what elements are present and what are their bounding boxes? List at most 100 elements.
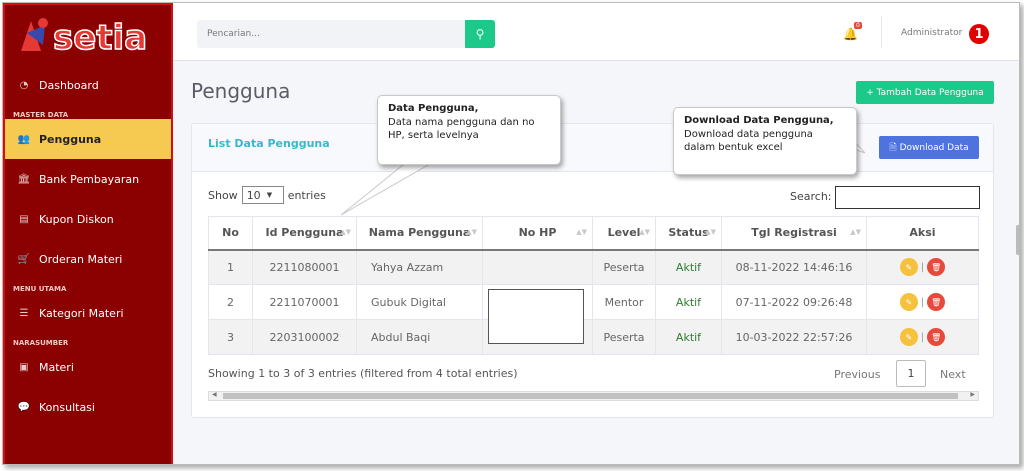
cell-id: 2211080001	[252, 249, 357, 285]
cell-status: Aktif	[655, 249, 722, 285]
chat-icon: 💬	[17, 401, 31, 413]
trash-icon[interactable]: 🗑	[927, 293, 946, 311]
scrollbar-thumb[interactable]	[223, 393, 958, 399]
download-data-button[interactable]: 🗎 Download Data	[879, 136, 979, 159]
logo[interactable]: setia	[5, 5, 171, 65]
horizontal-scrollbar[interactable]: ◀ ▶	[208, 391, 979, 401]
sidebar-item-pengguna[interactable]: 👥 Pengguna	[5, 119, 171, 159]
callout-title: Download Data Pengguna,	[684, 115, 834, 126]
sidebar-item-label: Materi	[39, 360, 74, 374]
sort-icon: ▲▼	[705, 228, 716, 236]
trash-icon[interactable]: 🗑	[927, 328, 946, 346]
cell-aksi: ✎ | 🗑	[866, 319, 979, 355]
sidebar-item-bank-pembayaran[interactable]: 🏛 Bank Pembayaran	[5, 159, 171, 199]
sort-icon: ▲▼	[466, 228, 477, 236]
add-user-button[interactable]: + Tambah Data Pengguna	[856, 81, 994, 104]
callout-body: Data nama pengguna dan no HP, serta leve…	[388, 116, 535, 142]
cell-no: 1	[208, 249, 253, 285]
search-button[interactable]: ⚲	[465, 20, 495, 48]
dashboard-icon: ◔	[19, 79, 29, 91]
table-info: Showing 1 to 3 of 3 entries (filtered fr…	[208, 367, 518, 380]
bell-icon[interactable]: 🔔	[843, 27, 858, 41]
download-label: Download Data	[899, 142, 969, 153]
cell-level: Mentor	[592, 284, 656, 320]
section-menu-utama: MENU UTAMA	[13, 285, 67, 293]
column-header-id[interactable]: Id Pengguna ▲▼	[252, 216, 357, 251]
card-header: List Data Pengguna 🗎 Download Data	[192, 124, 993, 172]
scroll-right-icon[interactable]: ▶	[970, 391, 975, 398]
topbar-divider	[881, 16, 882, 48]
cell-hp	[482, 249, 593, 285]
sidebar-item-kupon-diskon[interactable]: ▤ Kupon Diskon	[5, 199, 171, 239]
sidebar-item-label: Konsultasi	[39, 400, 95, 414]
action-separator: |	[920, 261, 925, 273]
next-page-link[interactable]: Next	[940, 368, 966, 381]
edit-icon[interactable]: ✎	[899, 258, 918, 277]
sidebar-item-label: Kupon Diskon	[39, 212, 114, 226]
callout-title: Data Pengguna,	[388, 103, 479, 114]
column-header-status[interactable]: Status ▲▼	[655, 216, 722, 251]
table-search-input[interactable]	[835, 186, 980, 209]
search-icon: ⚲	[475, 27, 485, 41]
column-header-tgl[interactable]: Tgl Registrasi ▲▼	[721, 216, 867, 251]
cell-status: Aktif	[655, 284, 722, 320]
book-icon: ▣	[19, 361, 29, 373]
entries-value: 10	[246, 188, 261, 202]
scroll-left-icon[interactable]: ◀	[212, 391, 217, 398]
edit-icon[interactable]: ✎	[899, 328, 918, 346]
svg-text:setia: setia	[53, 18, 147, 58]
action-separator: |	[920, 296, 925, 308]
column-header-no[interactable]: No	[208, 216, 253, 251]
card-title: List Data Pengguna	[208, 137, 330, 150]
chevron-down-icon: ▼	[266, 191, 273, 199]
section-narasumber: NARASUMBER	[13, 339, 69, 347]
scrollbar-thumb[interactable]	[1016, 225, 1019, 255]
user-name[interactable]: Administrator	[901, 28, 962, 38]
sidebar-item-orderan-materi[interactable]: 🛒 Orderan Materi	[5, 239, 171, 279]
table-row: 3 2203100002 Abdul Baqi Peserta Aktif 10…	[208, 319, 979, 355]
sidebar-item-label: Bank Pembayaran	[39, 172, 140, 186]
sort-icon: ▲▼	[850, 228, 861, 236]
sidebar-item-dashboard[interactable]: ◔ Dashboard	[5, 65, 171, 105]
file-icon: ▤	[19, 213, 29, 225]
cell-id: 2203100002	[252, 319, 357, 355]
entries-select[interactable]: 10 ▼	[241, 186, 284, 204]
cell-nama: Yahya Azzam	[356, 249, 483, 285]
sidebar-item-label: Pengguna	[39, 132, 102, 146]
entries-label: entries	[287, 188, 326, 202]
sort-icon: ▲▼	[639, 228, 650, 236]
table-row: 1 2211080001 Yahya Azzam Peserta Aktif 0…	[208, 249, 979, 285]
sidebar-item-materi[interactable]: ▣ Materi	[5, 347, 171, 387]
column-header-level[interactable]: Level ▲▼	[592, 216, 656, 251]
sidebar-item-label: Kategori Materi	[39, 306, 124, 320]
search-input[interactable]: Pencarian...	[197, 20, 465, 48]
cell-tgl: 10-03-2022 22:57:26	[721, 319, 867, 355]
edit-icon[interactable]: ✎	[899, 293, 918, 311]
cell-nama: Gubuk Digital	[356, 284, 483, 320]
users-table: No Id Pengguna ▲▼ Nama Pengguna ▲▼ No HP ▲▼…	[208, 216, 979, 355]
previous-page-link[interactable]: Previous	[834, 368, 881, 381]
trash-icon[interactable]: 🗑	[927, 258, 946, 277]
users-icon: 👥	[17, 133, 31, 145]
bank-icon: 🏛	[17, 173, 31, 185]
page-title: Pengguna	[191, 79, 291, 103]
column-header-hp[interactable]: No HP ▲▼	[482, 216, 593, 251]
table-search-label: Search:	[790, 190, 832, 203]
cell-level: Peserta	[592, 249, 656, 285]
column-header-aksi[interactable]: Aksi	[866, 216, 979, 251]
sidebar-item-label: Orderan Materi	[39, 252, 123, 266]
cell-level: Peserta	[592, 319, 656, 355]
cell-no: 2	[208, 284, 253, 320]
sidebar-item-konsultasi[interactable]: 💬 Konsultasi	[5, 387, 171, 427]
annotation-marker: 1	[969, 24, 989, 44]
sidebar: setia ◔ Dashboard MASTER DATA 👥 Pengguna…	[3, 3, 173, 464]
page-1-button[interactable]: 1	[896, 360, 926, 387]
sidebar-item-kategori-materi[interactable]: ☰ Kategori Materi	[5, 293, 171, 333]
cell-aksi: ✎ | 🗑	[866, 249, 979, 285]
column-header-nama[interactable]: Nama Pengguna ▲▼	[356, 216, 483, 251]
vertical-scrollbar[interactable]	[1016, 15, 1019, 455]
user-list-card: List Data Pengguna 🗎 Download Data Show …	[191, 123, 994, 418]
sidebar-item-label: Dashboard	[39, 78, 99, 92]
notification-badge: 0	[854, 22, 862, 29]
callout-body: Download data pengguna dalam bentuk exce…	[684, 128, 813, 154]
